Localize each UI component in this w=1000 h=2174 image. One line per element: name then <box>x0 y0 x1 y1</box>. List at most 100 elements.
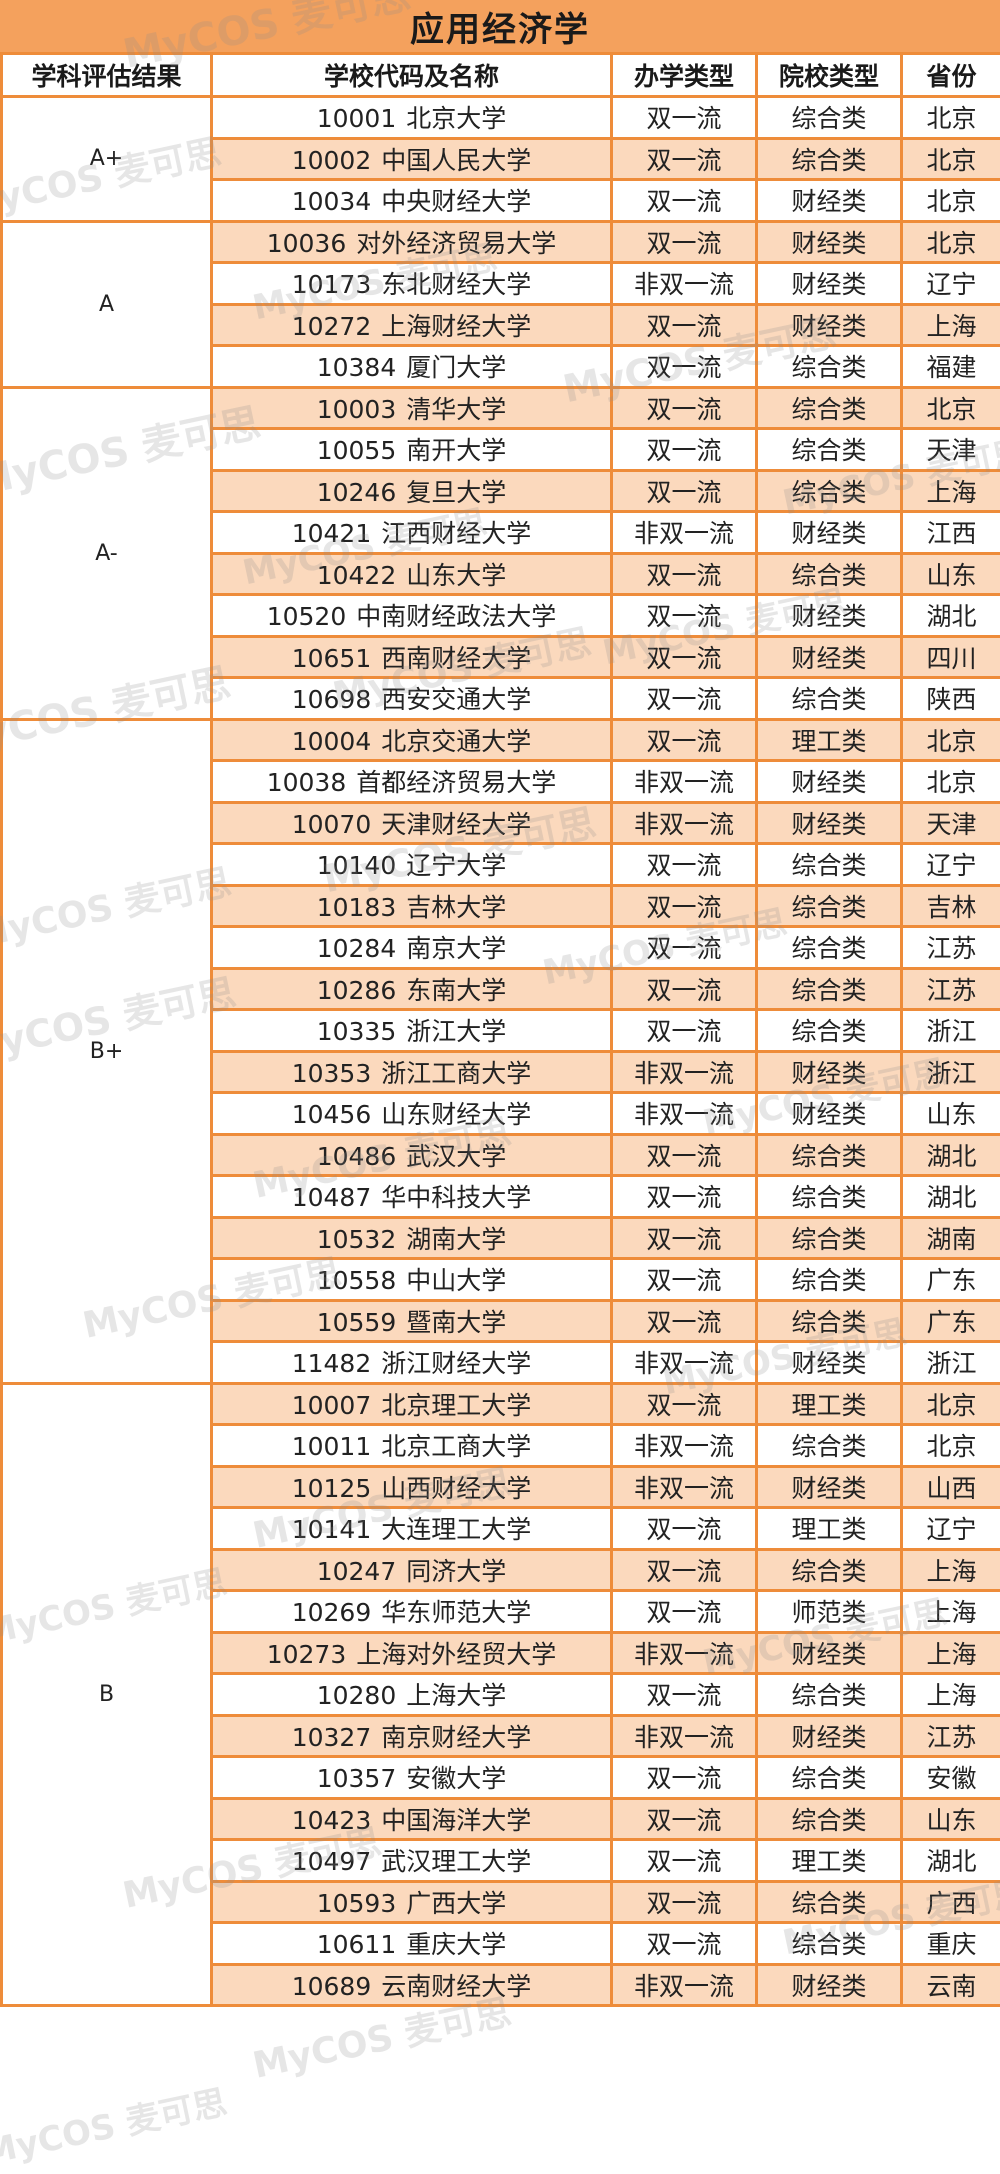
school-name: 天津财经大学 <box>381 810 531 839</box>
school-cell: 10611重庆大学 <box>212 1923 612 1965</box>
run-type-cell: 双一流 <box>612 1757 757 1799</box>
table-row: A+10001北京大学双一流综合类北京 <box>2 97 1000 139</box>
province-cell: 浙江 <box>902 1051 1000 1093</box>
school-name: 南京财经大学 <box>381 1723 531 1752</box>
school-name: 首都经济贸易大学 <box>356 768 556 797</box>
run-type-cell: 双一流 <box>612 885 757 927</box>
school-name: 武汉理工大学 <box>381 1847 531 1876</box>
run-type-cell: 双一流 <box>612 1798 757 1840</box>
run-type-cell: 非双一流 <box>612 1051 757 1093</box>
school-name: 华东师范大学 <box>381 1598 531 1627</box>
school-type-cell: 财经类 <box>757 304 902 346</box>
school-cell: 10273上海对外经贸大学 <box>212 1632 612 1674</box>
school-name: 江西财经大学 <box>381 519 531 548</box>
school-type-cell: 财经类 <box>757 1632 902 1674</box>
province-cell: 陕西 <box>902 678 1000 720</box>
school-cell: 10125 山西财经大学 <box>212 1466 612 1508</box>
school-cell: 10141大连理工大学 <box>212 1508 612 1550</box>
province-cell: 上海 <box>902 1591 1000 1633</box>
school-type-cell: 财经类 <box>757 802 902 844</box>
school-type-cell: 财经类 <box>757 636 902 678</box>
school-code: 10001 <box>317 104 397 133</box>
school-type-cell: 综合类 <box>757 1757 902 1799</box>
school-name: 对外经济贸易大学 <box>356 229 556 258</box>
school-name: 北京大学 <box>406 104 506 133</box>
province-cell: 江西 <box>902 512 1000 554</box>
run-type-cell: 非双一流 <box>612 512 757 554</box>
header-grade: 学科评估结果 <box>2 54 212 97</box>
school-code: 10422 <box>317 561 397 590</box>
province-cell: 四川 <box>902 636 1000 678</box>
run-type-cell: 非双一流 <box>612 1466 757 1508</box>
school-name: 中国海洋大学 <box>381 1806 531 1835</box>
school-type-cell: 综合类 <box>757 429 902 471</box>
school-code: 10125 <box>292 1474 372 1503</box>
grade-cell: A- <box>2 387 212 719</box>
school-type-cell: 理工类 <box>757 1840 902 1882</box>
school-code: 10036 <box>267 229 347 258</box>
province-cell: 北京 <box>902 221 1000 263</box>
school-name: 山东财经大学 <box>381 1100 531 1129</box>
run-type-cell: 双一流 <box>612 1010 757 1052</box>
run-type-cell: 双一流 <box>612 719 757 761</box>
school-name: 厦门大学 <box>406 353 506 382</box>
school-type-cell: 综合类 <box>757 1300 902 1342</box>
school-type-cell: 综合类 <box>757 1176 902 1218</box>
school-cell: 10384 厦门大学 <box>212 346 612 388</box>
run-type-cell: 双一流 <box>612 1383 757 1425</box>
province-cell: 北京 <box>902 97 1000 139</box>
school-cell: 10353浙江工商大学 <box>212 1051 612 1093</box>
school-name: 浙江财经大学 <box>381 1349 531 1378</box>
school-type-cell: 综合类 <box>757 553 902 595</box>
school-code: 10423 <box>292 1806 372 1835</box>
school-cell: 10247同济大学 <box>212 1549 612 1591</box>
school-name: 辽宁大学 <box>406 851 506 880</box>
school-name: 重庆大学 <box>406 1930 506 1959</box>
school-cell: 10559暨南大学 <box>212 1300 612 1342</box>
province-cell: 北京 <box>902 138 1000 180</box>
run-type-cell: 双一流 <box>612 346 757 388</box>
run-type-cell: 双一流 <box>612 1923 757 1965</box>
school-type-cell: 师范类 <box>757 1591 902 1633</box>
school-code: 10497 <box>292 1847 372 1876</box>
school-name: 云南财经大学 <box>381 1972 531 2001</box>
header-row: 学科评估结果 学校代码及名称 办学类型 院校类型 省份 <box>2 54 1000 97</box>
school-name: 南开大学 <box>406 436 506 465</box>
school-cell: 10421江西财经大学 <box>212 512 612 554</box>
school-cell: 10689云南财经大学 <box>212 1964 612 2006</box>
school-code: 10384 <box>317 353 397 382</box>
school-type-cell: 综合类 <box>757 678 902 720</box>
province-cell: 上海 <box>902 1549 1000 1591</box>
province-cell: 上海 <box>902 470 1000 512</box>
province-cell: 辽宁 <box>902 263 1000 305</box>
province-cell: 广东 <box>902 1300 1000 1342</box>
province-cell: 上海 <box>902 1632 1000 1674</box>
school-type-cell: 综合类 <box>757 97 902 139</box>
province-cell: 广东 <box>902 1259 1000 1301</box>
school-name: 东南大学 <box>406 976 506 1005</box>
school-name: 山西财经大学 <box>381 1474 531 1503</box>
table-row: B10007北京理工大学双一流理工类北京 <box>2 1383 1000 1425</box>
school-cell: 11482浙江财经大学 <box>212 1342 612 1384</box>
run-type-cell: 双一流 <box>612 844 757 886</box>
province-cell: 山西 <box>902 1466 1000 1508</box>
school-code: 10273 <box>267 1640 347 1669</box>
school-type-cell: 综合类 <box>757 1425 902 1467</box>
school-code: 10247 <box>317 1557 397 1586</box>
table-row: A10036对外经济贸易大学双一流财经类北京 <box>2 221 1000 263</box>
run-type-cell: 非双一流 <box>612 802 757 844</box>
school-code: 10055 <box>317 436 397 465</box>
run-type-cell: 双一流 <box>612 1300 757 1342</box>
run-type-cell: 双一流 <box>612 470 757 512</box>
school-cell: 10055 南开大学 <box>212 429 612 471</box>
school-type-cell: 财经类 <box>757 1466 902 1508</box>
school-code: 10327 <box>292 1723 372 1752</box>
run-type-cell: 双一流 <box>612 1508 757 1550</box>
run-type-cell: 双一流 <box>612 636 757 678</box>
school-name: 吉林大学 <box>406 893 506 922</box>
school-type-cell: 综合类 <box>757 1134 902 1176</box>
school-type-cell: 财经类 <box>757 1964 902 2006</box>
run-type-cell: 双一流 <box>612 1674 757 1716</box>
school-name: 上海财经大学 <box>381 312 531 341</box>
school-cell: 10038首都经济贸易大学 <box>212 761 612 803</box>
